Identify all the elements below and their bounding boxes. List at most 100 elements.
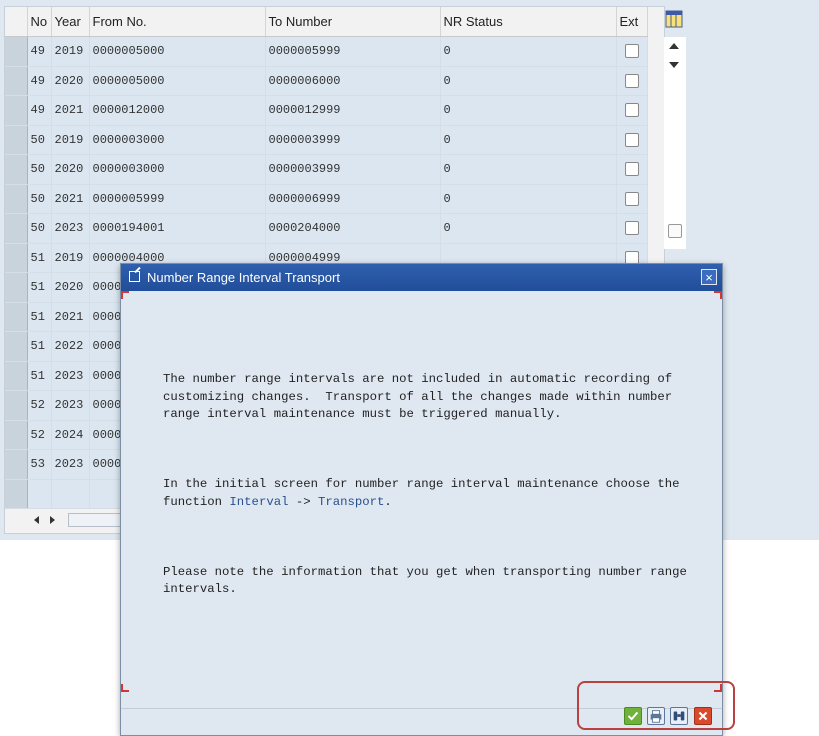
table-row[interactable]: 50 2023 0000194001 0000204000 0 <box>5 213 648 244</box>
cell-no: 49 <box>27 36 52 67</box>
continue-button[interactable] <box>624 707 642 725</box>
cell-year: 2019 <box>51 125 90 155</box>
edit-window-icon <box>129 271 140 282</box>
row-selector[interactable] <box>5 302 28 332</box>
ext-checkbox[interactable] <box>624 73 639 88</box>
ext-checkbox[interactable] <box>624 132 639 147</box>
column-header-year[interactable]: Year <box>51 7 90 37</box>
cell-to-number: 0000006000 <box>265 66 441 96</box>
message-text: . <box>384 494 392 509</box>
ext-checkbox[interactable] <box>624 191 639 206</box>
table-row[interactable]: 49 2019 0000005000 0000005999 0 <box>5 36 648 67</box>
empty-cell <box>27 479 52 509</box>
dialog-title-bar[interactable]: Number Range Interval Transport × <box>121 264 722 291</box>
vertical-scrollbar[interactable] <box>664 37 686 249</box>
corner-marker <box>121 291 129 299</box>
cell-from-number: 0000005999 <box>89 184 266 214</box>
row-selector[interactable] <box>5 66 28 96</box>
column-header-ext[interactable]: Ext <box>616 7 648 37</box>
column-header-from-number[interactable]: From No. <box>89 7 266 37</box>
cell-no: 52 <box>27 390 52 421</box>
print-icon <box>650 710 662 723</box>
row-selector[interactable] <box>5 243 28 273</box>
table-row[interactable]: 50 2021 0000005999 0000006999 0 <box>5 184 648 214</box>
row-selector[interactable] <box>5 390 28 421</box>
scroll-left-arrow-icon[interactable] <box>34 516 39 524</box>
ext-checkbox[interactable] <box>624 162 639 177</box>
dialog-title: Number Range Interval Transport <box>147 270 340 285</box>
cell-year: 2023 <box>51 449 90 480</box>
row-selector[interactable] <box>5 213 28 244</box>
table-row[interactable]: 50 2020 0000003000 0000003999 0 <box>5 154 648 185</box>
column-header-nr-status[interactable]: NR Status <box>440 7 617 37</box>
cell-year: 2022 <box>51 331 90 362</box>
row-selector[interactable] <box>5 125 28 155</box>
close-icon[interactable]: × <box>701 269 717 285</box>
cell-from-number: 0000003000 <box>89 154 266 185</box>
row-selector[interactable] <box>5 449 28 480</box>
select-all-cell[interactable] <box>5 7 28 37</box>
cell-to-number: 0000012999 <box>265 95 441 126</box>
cell-no: 50 <box>27 125 52 155</box>
table-row[interactable]: 50 2019 0000003000 0000003999 0 <box>5 125 648 155</box>
transport-info-dialog: Number Range Interval Transport × The nu… <box>120 263 723 736</box>
cell-no: 51 <box>27 331 52 362</box>
cell-year: 2023 <box>51 213 90 244</box>
checkmark-icon <box>627 711 639 721</box>
column-settings-icon[interactable] <box>665 10 683 28</box>
ext-checkbox[interactable] <box>624 221 639 236</box>
table-row[interactable]: 49 2020 0000005000 0000006000 0 <box>5 66 648 96</box>
cell-nr-status: 0 <box>440 66 617 96</box>
cell-year: 2019 <box>51 36 90 67</box>
cell-from-number: 0000005000 <box>89 66 266 96</box>
column-header-to-number[interactable]: To Number <box>265 7 441 37</box>
cell-ext <box>616 125 648 155</box>
menu-arrow-text: -> <box>288 494 318 509</box>
scroll-right-arrow-icon[interactable] <box>50 516 55 524</box>
row-selector[interactable] <box>5 272 28 303</box>
cell-year: 2019 <box>51 243 90 273</box>
cell-year: 2020 <box>51 154 90 185</box>
cell-no: 51 <box>27 243 52 273</box>
cell-year: 2023 <box>51 361 90 391</box>
cell-to-number: 0000005999 <box>265 36 441 67</box>
row-selector[interactable] <box>5 95 28 126</box>
cell-ext <box>616 36 648 67</box>
ext-checkbox[interactable] <box>624 44 639 59</box>
table-row[interactable]: 49 2021 0000012000 0000012999 0 <box>5 95 648 126</box>
cell-nr-status: 0 <box>440 95 617 126</box>
message-paragraph-3: Please note the information that you get… <box>163 564 687 597</box>
cell-no: 49 <box>27 66 52 96</box>
ext-checkbox[interactable] <box>624 103 639 118</box>
cell-no: 51 <box>27 361 52 391</box>
interval-menu-link[interactable]: Interval <box>229 495 288 509</box>
cell-year: 2023 <box>51 390 90 421</box>
cell-ext <box>616 184 648 214</box>
row-selector[interactable] <box>5 184 28 214</box>
cell-nr-status: 0 <box>440 213 617 244</box>
horizontal-scrollbar[interactable] <box>28 512 126 528</box>
cancel-button[interactable] <box>694 707 712 725</box>
scroll-down-arrow-icon[interactable] <box>669 62 679 68</box>
row-selector[interactable] <box>5 331 28 362</box>
cell-year: 2020 <box>51 272 90 303</box>
empty-cell <box>51 479 90 509</box>
row-selector[interactable] <box>5 361 28 391</box>
find-button[interactable] <box>670 707 688 725</box>
cell-no: 51 <box>27 272 52 303</box>
column-header-no[interactable]: No <box>27 7 52 37</box>
row-selector[interactable] <box>5 154 28 185</box>
cell-from-number: 0000194001 <box>89 213 266 244</box>
print-button[interactable] <box>647 707 665 725</box>
cell-to-number: 0000006999 <box>265 184 441 214</box>
transport-menu-link[interactable]: Transport <box>318 495 384 509</box>
horizontal-scroll-thumb[interactable] <box>68 513 126 527</box>
cell-year: 2024 <box>51 420 90 450</box>
cell-nr-status: 0 <box>440 154 617 185</box>
scroll-up-arrow-icon[interactable] <box>669 43 679 49</box>
scrollbar-thumb[interactable] <box>668 224 682 238</box>
row-selector[interactable] <box>5 36 28 67</box>
row-selector[interactable] <box>5 420 28 450</box>
table-header-row: No Year From No. To Number NR Status Ext <box>5 7 648 37</box>
empty-cell <box>5 479 28 509</box>
